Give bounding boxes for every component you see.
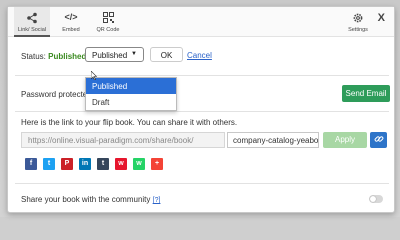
toggle-knob xyxy=(370,196,376,202)
tab-label: Embed xyxy=(62,27,80,33)
weibo-icon[interactable]: w xyxy=(115,158,127,170)
tumblr-icon[interactable]: t xyxy=(97,158,109,170)
pinterest-icon[interactable]: P xyxy=(61,158,73,170)
tab-link-social[interactable]: Link/ Social xyxy=(14,7,50,37)
settings-label: Settings xyxy=(348,27,368,33)
close-icon[interactable]: X xyxy=(378,12,385,24)
chevron-down-icon: ▼ xyxy=(131,51,137,57)
whatsapp-icon[interactable]: w xyxy=(133,158,145,170)
mouse-cursor-icon xyxy=(90,70,98,82)
share-community-row: Share your book with the community [?] xyxy=(21,195,160,204)
apply-button[interactable]: Apply xyxy=(323,132,367,148)
option-published[interactable]: Published xyxy=(86,78,176,94)
share-community-toggle[interactable] xyxy=(369,195,383,203)
status-select-value: Published xyxy=(92,51,128,60)
gear-icon xyxy=(341,12,375,27)
settings-button[interactable]: Settings xyxy=(341,7,375,37)
share-icon xyxy=(14,12,50,27)
option-draft[interactable]: Draft xyxy=(86,94,176,110)
qr-code-icon xyxy=(90,12,126,27)
ok-button[interactable]: OK xyxy=(150,47,183,62)
tab-embed[interactable]: </> Embed xyxy=(53,7,89,37)
status-label-text: Status: xyxy=(21,52,46,61)
help-link[interactable]: [?] xyxy=(153,197,161,204)
cancel-link[interactable]: Cancel xyxy=(187,51,212,60)
tab-label: Link/ Social xyxy=(17,27,47,33)
link-icon xyxy=(374,136,384,146)
share-dialog: Link/ Social </> Embed QR Code Settings … xyxy=(7,6,395,213)
share-community-label: Share your book with the community xyxy=(21,195,151,204)
code-icon: </> xyxy=(64,12,78,22)
slug-input[interactable]: company-catalog-yeaboc xyxy=(227,132,319,148)
divider xyxy=(15,75,389,76)
share-link-description: Here is the link to your flip book. You … xyxy=(21,118,238,127)
more-plus-icon[interactable]: + xyxy=(151,158,163,170)
tab-bar: Link/ Social </> Embed QR Code Settings … xyxy=(8,7,394,37)
password-protect-label: Password protecte xyxy=(21,90,88,99)
status-select[interactable]: Published ▼ xyxy=(85,47,144,62)
twitter-icon[interactable]: t xyxy=(43,158,55,170)
divider xyxy=(15,111,389,112)
facebook-icon[interactable]: f xyxy=(25,158,37,170)
divider xyxy=(15,183,389,184)
status-dropdown: Published Draft xyxy=(85,77,177,111)
status-label: Status: Published xyxy=(21,52,86,61)
base-url-field: https://online.visual-paradigm.com/share… xyxy=(21,132,225,148)
send-email-button[interactable]: Send Email xyxy=(342,85,390,102)
tab-label: QR Code xyxy=(96,27,120,33)
copy-link-button[interactable] xyxy=(370,132,387,148)
linkedin-icon[interactable]: in xyxy=(79,158,91,170)
status-value: Published xyxy=(48,52,87,61)
tab-qr-code[interactable]: QR Code xyxy=(90,7,126,37)
